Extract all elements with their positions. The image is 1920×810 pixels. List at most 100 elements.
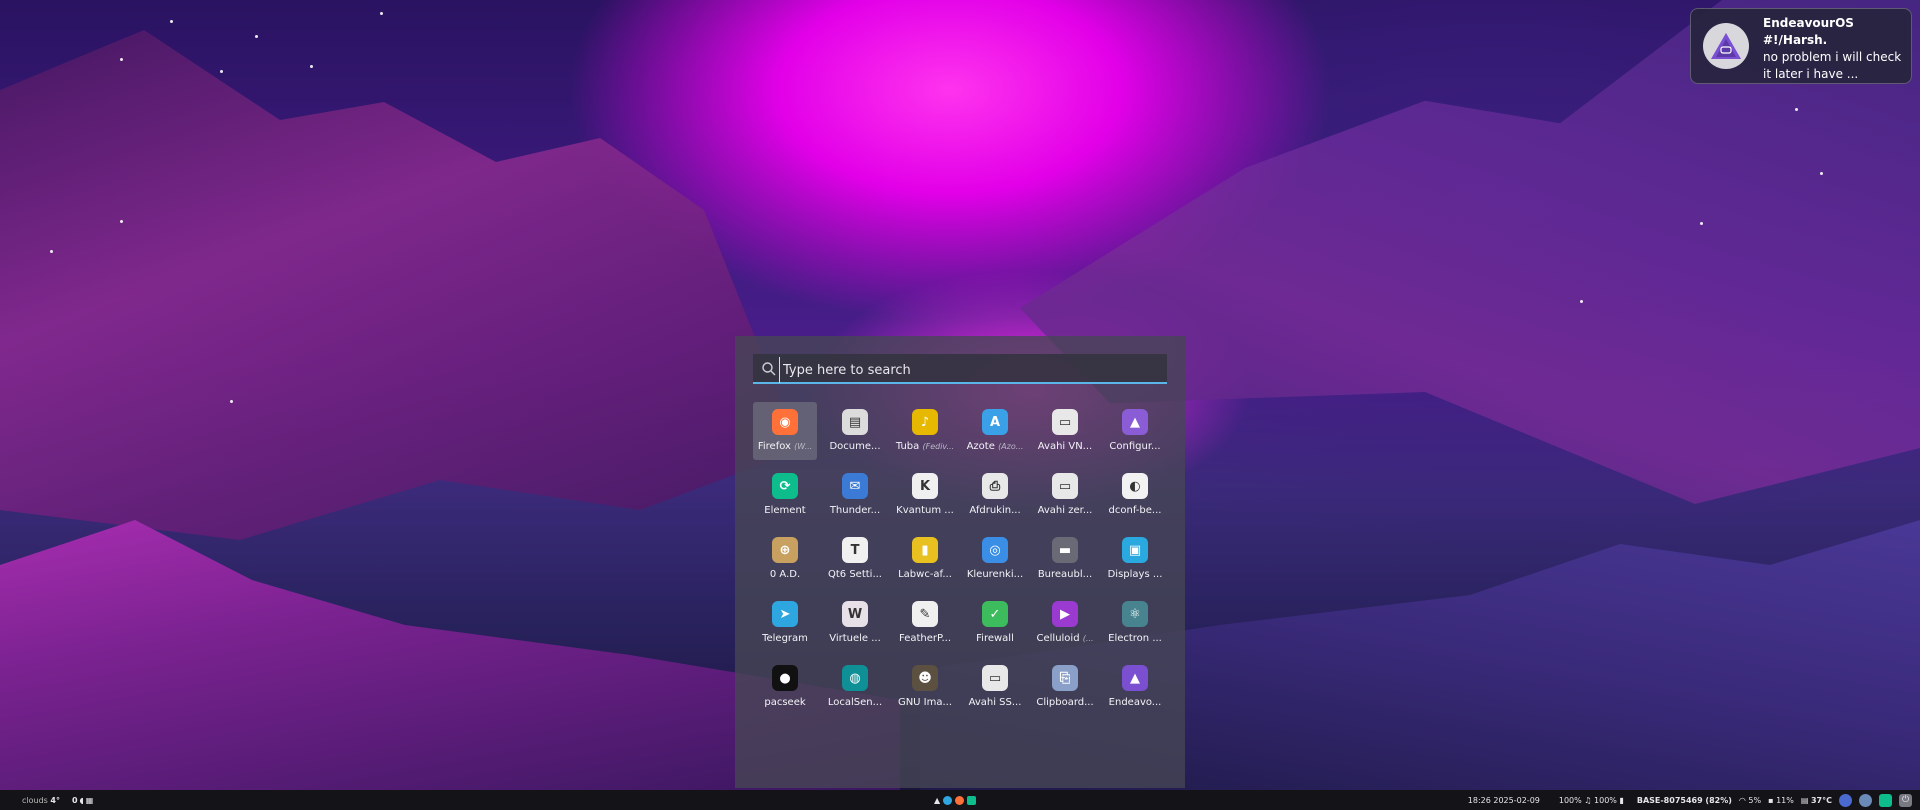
notification-popup[interactable]: EndeavourOS #!/Harsh. no problem i will … [1690,8,1912,84]
app-item[interactable]: ▶ Celluloid (... [1033,594,1097,652]
weather-label: clouds [22,795,48,805]
app-name: Virtuele ... [829,633,881,644]
weather-widget[interactable]: clouds 4° [22,796,60,805]
app-subtitle: (W... [794,442,813,451]
search-icon [762,362,776,376]
clock[interactable]: 18:26 2025-02-09 [1468,796,1540,805]
star [120,220,123,223]
system-tray: 18:26 2025-02-09 100% ♫ 100% ▮ BASE-8075… [1468,790,1912,810]
app-item[interactable]: ➤ Telegram [753,594,817,652]
app-item[interactable]: ⊕ 0 A.D. [753,530,817,588]
app-item[interactable]: W Virtuele ... [823,594,887,652]
star [1820,172,1823,175]
document-viewer-icon: ▤ [842,409,868,435]
app-name: GNU Ima... [897,697,953,708]
app-item[interactable]: ☻ GNU Ima... [893,658,957,716]
star [310,65,313,68]
app-item[interactable]: ♪ Tuba (Fediv... [893,402,957,460]
volume-indicator[interactable]: 100% ♫ 100% ▮ [1559,796,1624,805]
screenshot-icon[interactable]: ▦ [86,796,94,805]
app-name: dconf-be... [1108,505,1162,516]
app-item[interactable]: ✉ Thunder... [823,466,887,524]
app-item[interactable]: ◎ Kleurenki... [963,530,1027,588]
star [170,20,173,23]
app-label: pacseek [754,697,816,708]
app-item[interactable]: ▭ Avahi SS... [963,658,1027,716]
zero-ad-icon: ⊕ [772,537,798,563]
power-icon[interactable]: ⏻ [1899,793,1912,807]
app-item[interactable]: ▭ Avahi VN... [1033,402,1097,460]
qt6-settings-icon: T [842,537,868,563]
app-item[interactable]: ✓ Firewall [963,594,1027,652]
app-item[interactable]: A Azote (Azo... [963,402,1027,460]
mic-icon: ▮ [1619,795,1624,805]
app-item[interactable]: ▣ Displays ... [1103,530,1167,588]
battery-indicator[interactable]: BASE-8075469 (82%) [1637,796,1732,805]
app-item[interactable]: ● pacseek [753,658,817,716]
thunderbird-icon: ✉ [842,473,868,499]
app-item[interactable]: ◐ dconf-be... [1103,466,1167,524]
app-item[interactable]: ◉ Firefox (W... [753,402,817,460]
search-input[interactable] [779,357,1165,383]
app-name: Avahi SS... [968,697,1022,708]
app-subtitle: (Fediv... [922,442,955,451]
app-item[interactable]: T Qt6 Setti... [823,530,887,588]
tray-app-icon[interactable] [1859,793,1872,807]
app-item[interactable]: ▤ Docume... [823,402,887,460]
cpu-value: 11% [1776,795,1794,805]
star [1700,222,1703,225]
app-item[interactable]: ▲ Configur... [1103,402,1167,460]
app-label: Electron ... [1104,633,1166,644]
weather-temp: 4° [50,795,60,805]
app-label: Avahi zer... [1034,505,1096,516]
app-item[interactable]: K Kvantum ... [893,466,957,524]
app-item[interactable]: ⎘ Clipboard... [1033,658,1097,716]
taskbar: clouds 4° 0 ◖ ▦ ▲ 18:26 2025-02-09 100% … [0,790,1920,810]
tray-element-icon[interactable] [1879,793,1892,807]
volume-value: 100% [1558,795,1582,805]
app-label: Element [754,505,816,516]
app-item[interactable]: ▲ Endeavo... [1103,658,1167,716]
tray-app-icon[interactable] [1839,793,1852,807]
app-label: Clipboard... [1034,697,1096,708]
app-item[interactable]: ⎙ Afdrukin... [963,466,1027,524]
app-name: LocalSen... [827,697,883,708]
app-item[interactable]: ◍ LocalSen... [823,658,887,716]
celluloid-icon: ▶ [1052,601,1078,627]
app-name: Kleurenki... [966,569,1024,580]
avahi-vnc-icon: ▭ [1052,409,1078,435]
app-label: Kleurenki... [964,569,1026,580]
network-indicator[interactable]: ◠ 5% [1739,796,1761,805]
firefox-taskbar-icon[interactable] [955,795,965,805]
kvantum-icon: K [912,473,938,499]
app-subtitle: (... [1082,634,1094,643]
mic-value: 100% [1594,795,1617,805]
labwc-icon: ▮ [912,537,938,563]
app-item[interactable]: ▭ Avahi zer... [1033,466,1097,524]
cpu-indicator[interactable]: ▪ 11% [1768,796,1794,805]
app-subtitle: (Azo... [998,442,1024,451]
app-item[interactable]: ▮ Labwc-af... [893,530,957,588]
search-bar[interactable] [753,354,1167,384]
taskbar-left: clouds 4° 0 ◖ ▦ [22,790,93,810]
telegram-icon: ➤ [772,601,798,627]
app-item[interactable]: ▬ Bureaubl... [1033,530,1097,588]
telegram-taskbar-icon[interactable] [943,795,953,805]
app-label: Avahi SS... [964,697,1026,708]
thermometer-icon: ▤ [1800,795,1809,805]
wifi-icon: ◠ [1738,795,1746,805]
app-item[interactable]: ✎ FeatherP... [893,594,957,652]
app-label: Thunder... [824,505,886,516]
app-name: Configur... [1109,441,1161,452]
temperature-indicator[interactable]: ▤ 37°C [1801,796,1832,805]
launcher-icon[interactable]: ▲ [934,796,940,805]
app-name: Azote [966,441,995,452]
app-item[interactable]: ⚛ Electron ... [1103,594,1167,652]
notification-counter[interactable]: 0 ◖ ▦ [72,796,93,805]
app-name: Labwc-af... [898,569,952,580]
app-label: Bureaubl... [1034,569,1096,580]
element-taskbar-icon[interactable] [967,795,977,805]
app-name: Endeavo... [1108,697,1162,708]
app-name: Tuba [895,441,920,452]
app-item[interactable]: ⟳ Element [753,466,817,524]
